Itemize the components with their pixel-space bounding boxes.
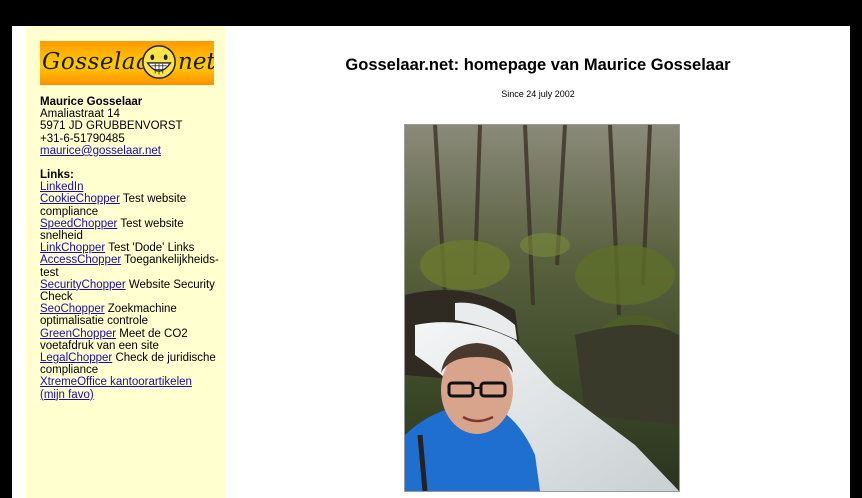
link-xtremeoffice[interactable]: XtremeOffice kantoorartikelen (mijn favo… (40, 376, 192, 400)
list-item: SecurityChopper Website Security Check (40, 279, 220, 303)
site-logo[interactable]: Gosselaar net (40, 41, 214, 85)
main-content: Gosselaar.net: homepage van Maurice Goss… (226, 26, 850, 498)
contact-email-link[interactable]: maurice@gosselaar.net (40, 145, 161, 157)
list-item: GreenChopper Meet de CO2 voetafdruk van … (40, 328, 220, 352)
sidebar: Gosselaar net Maurice Gosselaar Amaliast… (26, 26, 226, 498)
contact-street: Amaliastraat 14 (40, 108, 120, 121)
link-description: Test 'Dode' Links (105, 242, 195, 255)
link-greenchopper[interactable]: GreenChopper (40, 328, 116, 340)
list-item: LinkedIn (40, 181, 220, 193)
link-speedchopper[interactable]: SpeedChopper (40, 218, 117, 230)
since-date: Since 24 july 2002 (501, 89, 575, 99)
list-item: XtremeOffice kantoorartikelen (mijn favo… (40, 376, 220, 400)
link-cookiechopper[interactable]: CookieChopper (40, 193, 120, 205)
list-item: AccessChopper Toegankelijkheids-test (40, 254, 220, 278)
list-item: LegalChopper Check de juridische complia… (40, 352, 220, 376)
profile-photo (404, 124, 680, 492)
contact-city: 5971 JD GRUBBENVORST (40, 120, 183, 133)
list-item: SpeedChopper Test website snelheid (40, 218, 220, 242)
contact-and-links: Maurice Gosselaar Amaliastraat 14 5971 J… (40, 96, 220, 401)
list-item: LinkChopper Test 'Dode' Links (40, 242, 220, 254)
link-seochopper[interactable]: SeoChopper (40, 303, 105, 315)
logo-text-right: net (178, 49, 214, 75)
page-title: Gosselaar.net: homepage van Maurice Goss… (345, 56, 731, 74)
list-item: CookieChopper Test website compliance (40, 193, 220, 217)
browser-viewport: Gosselaar net Maurice Gosselaar Amaliast… (12, 26, 850, 498)
link-linkedin[interactable]: LinkedIn (40, 181, 83, 193)
list-item: SeoChopper Zoekmachine optimalisatie con… (40, 303, 220, 327)
contact-name: Maurice Gosselaar (40, 96, 143, 108)
link-linkchopper[interactable]: LinkChopper (40, 242, 105, 254)
links-list: LinkedIn CookieChopper Test website comp… (40, 181, 220, 401)
smiley-icon (142, 45, 176, 79)
link-legalchopper[interactable]: LegalChopper (40, 352, 112, 364)
link-accesschopper[interactable]: AccessChopper (40, 254, 121, 266)
link-securitychopper[interactable]: SecurityChopper (40, 279, 126, 291)
contact-phone: +31-6-51790485 (40, 132, 125, 145)
links-heading: Links: (40, 169, 74, 182)
